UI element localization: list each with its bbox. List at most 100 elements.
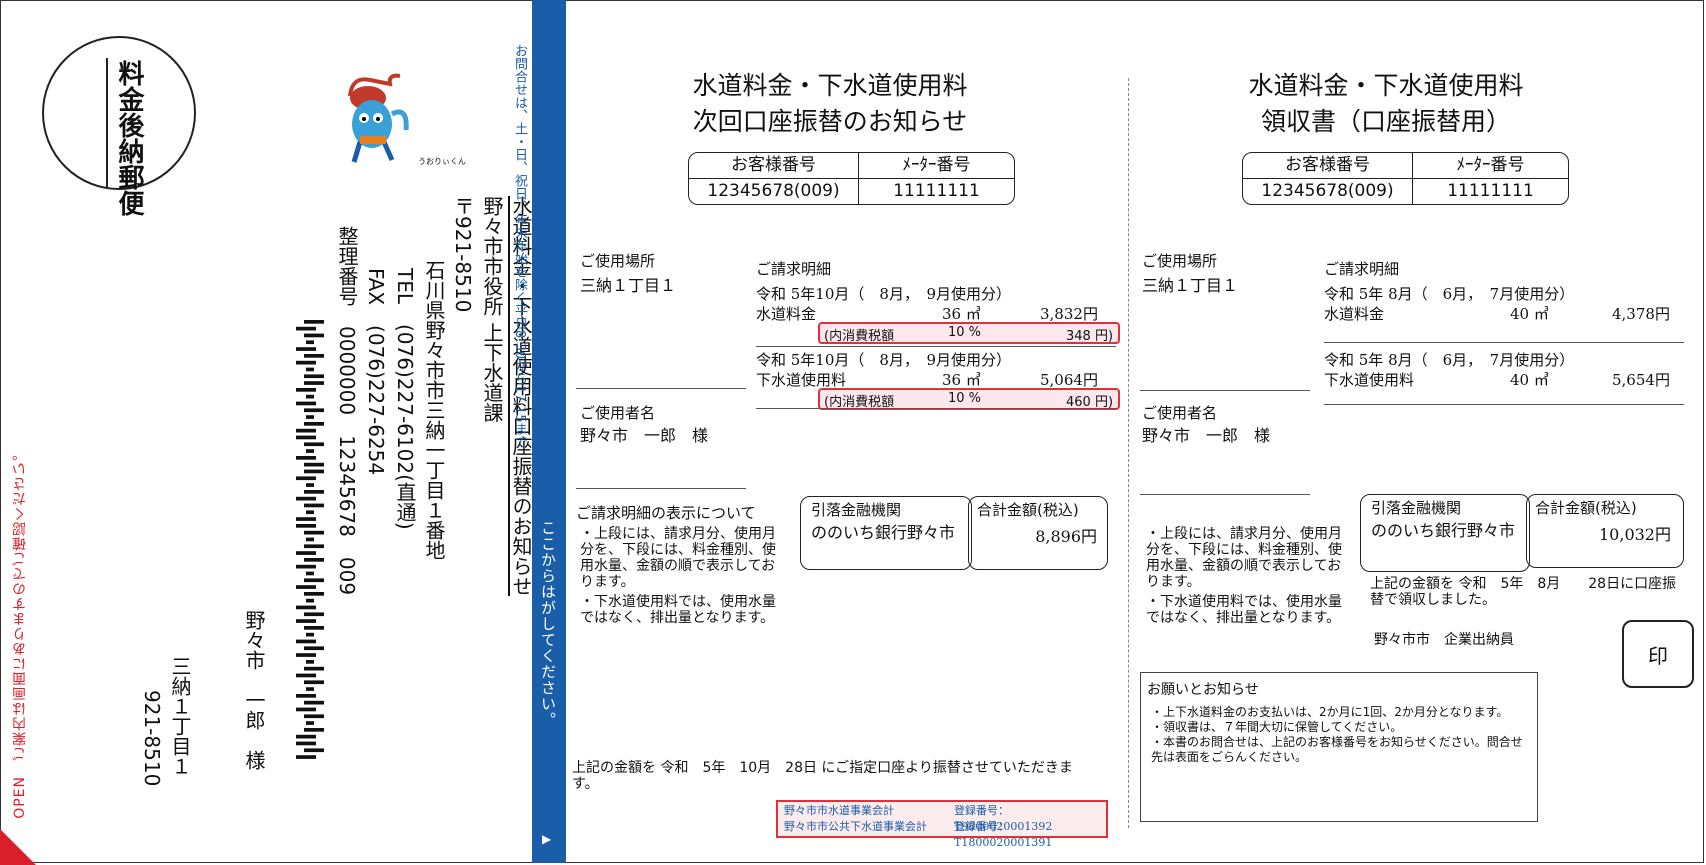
tax-label: (内消費税額 <box>824 329 895 344</box>
display-note: ・上段には、請求月分、使用月分を、下段には、料金種別、使用水量、金額の順で表示し… <box>580 526 776 590</box>
tear-strip-text: ここからはがしてください。 <box>539 520 557 728</box>
barcode-bar <box>306 394 314 399</box>
barcode-bar <box>304 544 324 549</box>
barcode-bar <box>306 571 314 576</box>
bank-box: 引落金融機関 ののいち銀行野々市 <box>800 496 972 570</box>
total-amount: 10,032円 <box>1599 525 1671 544</box>
detail-label: ご請求明細 <box>756 260 832 278</box>
barcode-bar <box>296 653 316 657</box>
meter-no-header: ﾒｰﾀｰ番号 <box>859 153 1014 179</box>
sewer-amount: 5,654円 <box>1612 371 1670 389</box>
divider <box>576 488 746 489</box>
total-label: 合計金額(税込) <box>1535 499 1637 517</box>
barcode-bar <box>304 728 324 732</box>
barcode-bar <box>306 721 314 725</box>
customer-no-header: お客様番号 <box>1243 153 1413 179</box>
place-value: 三納１丁目１ <box>580 276 677 295</box>
divider <box>1324 342 1684 343</box>
divider <box>1140 494 1310 495</box>
water-name: 水道料金 <box>1324 305 1385 323</box>
reg2-no: 登録番号：T1800020001391 <box>954 820 1053 849</box>
place-label: ご使用場所 <box>580 252 656 270</box>
display-note: ・下水道使用料では、使用水量ではなく、排出量となります。 <box>1146 594 1342 626</box>
barcode-bar <box>296 585 316 589</box>
water-period: 令和 5年10月（ 8月， 9月使用分） <box>756 285 1011 303</box>
barcode-bar <box>304 748 324 753</box>
meter-no-header: ﾒｰﾀｰ番号 <box>1413 153 1568 179</box>
barcode-bar <box>304 700 324 705</box>
perforation-line[interactable] <box>1128 78 1129 828</box>
divider <box>756 346 1116 347</box>
user-label: ご使用者名 <box>1142 404 1218 422</box>
total-label: 合計金額(税込) <box>977 501 1079 519</box>
barcode-bar <box>296 564 316 569</box>
bank-name: ののいち銀行野々市 <box>1371 521 1516 540</box>
recipient-address: 三納１丁目１ <box>168 656 192 776</box>
total-amount: 8,896円 <box>1035 527 1097 546</box>
water-name: 水道料金 <box>756 305 817 323</box>
detail-label: ご請求明細 <box>1324 260 1400 278</box>
open-label: OPEN <box>12 776 28 819</box>
barcode-bar <box>296 694 316 698</box>
display-notes: ・上段には、請求月分、使用月分を、下段には、料金種別、使用水量、金額の順で表示し… <box>580 526 780 626</box>
barcode-bar <box>304 592 324 596</box>
postage-stamp-text: 料金後納郵便 <box>114 60 144 216</box>
sewer-period: 令和 5年 8月（ 6月， 7月使用分） <box>1324 351 1575 369</box>
tax-rate: 10 % <box>948 325 982 340</box>
barcode-bar <box>304 626 324 630</box>
water-amount: 4,378円 <box>1612 305 1670 323</box>
open-note: ご案内は画面にありますのでご確認ください。 <box>12 446 28 761</box>
barcode-bar <box>296 435 316 440</box>
user-label: ご使用者名 <box>580 404 656 422</box>
customer-no-header: お客様番号 <box>689 153 859 179</box>
receipt-title-line1: 水道料金・下水道使用料 <box>1248 71 1524 100</box>
display-note: ・上段には、請求月分、使用月分を、下段には、料金種別、使用水量、金額の順で表示し… <box>1146 526 1342 590</box>
barcode-bar <box>304 666 324 671</box>
barcode-bar <box>296 707 316 712</box>
barcode-bar <box>304 469 324 474</box>
sewer-volume: 40 ㎥ <box>1510 371 1549 389</box>
divider <box>576 388 746 389</box>
notice-title-line1: 水道料金・下水道使用料 <box>692 71 968 100</box>
user-value: 野々市 一郎 様 <box>1142 426 1271 445</box>
barcode-bar <box>304 612 324 617</box>
open-corner-tab[interactable] <box>0 829 36 865</box>
sender-block: 水道料金・下水道使用料口座振替のお知らせ 野々市市役所 上下水道課 〒921-8… <box>332 196 535 596</box>
customer-barcode <box>296 320 324 759</box>
barcode-bar <box>304 558 324 562</box>
place-label: ご使用場所 <box>1142 252 1218 270</box>
sender-line: TEL (076)227-6102(直通) <box>393 268 417 530</box>
stamp-divider <box>106 58 108 188</box>
seal-box: 印 <box>1622 620 1694 688</box>
sewer-tax-box: (内消費税額 10 % 460 円) <box>818 388 1120 410</box>
barcode-bar <box>306 483 314 487</box>
tear-strip[interactable] <box>532 0 566 863</box>
reg2-name: 野々市市公共下水道事業会計 <box>784 820 927 833</box>
barcode-bar <box>296 476 316 481</box>
receipt-title-line2: 領収書（口座振替用） <box>1260 107 1511 136</box>
barcode-bar <box>306 687 314 691</box>
barcode-bar <box>296 673 316 678</box>
barcode-bar <box>296 517 316 521</box>
barcode-bar <box>306 449 314 453</box>
barcode-bar <box>304 381 324 385</box>
receipt-customer-table: お客様番号 ﾒｰﾀｰ番号 12345678(009) 11111111 <box>1242 152 1569 205</box>
notice-box: お願いとお知らせ ・上下水道料金のお支払いは、2か月に1回、2か月分となります。… <box>1140 672 1538 822</box>
sewer-volume: 36 ㎥ <box>942 371 981 389</box>
bank-label: 引落金融機関 <box>1371 499 1462 517</box>
tear-arrow-icon: ▶ <box>542 832 552 846</box>
sender-line: FAX (076)227-6254 <box>364 268 388 476</box>
total-box: 合計金額(税込) 8,896円 <box>968 496 1108 570</box>
reg1-name: 野々市市水道事業会計 <box>784 804 894 817</box>
barcode-bar <box>306 367 314 372</box>
barcode-bar <box>296 428 316 433</box>
bank-label: 引落金融機関 <box>811 501 902 519</box>
barcode-bar <box>296 401 316 406</box>
recipient-postal: 921-8510 <box>140 690 164 787</box>
barcode-bar <box>304 578 324 583</box>
receipt-title: 水道料金・下水道使用料 領収書（口座振替用） <box>1196 68 1576 140</box>
barcode-bar <box>304 530 324 535</box>
barcode-bar <box>304 442 324 447</box>
recipient-name: 野々市 一郎 様 <box>242 610 266 770</box>
open-label-area[interactable]: OPEN ご案内は画面にありますのでご確認ください。 <box>10 446 30 819</box>
